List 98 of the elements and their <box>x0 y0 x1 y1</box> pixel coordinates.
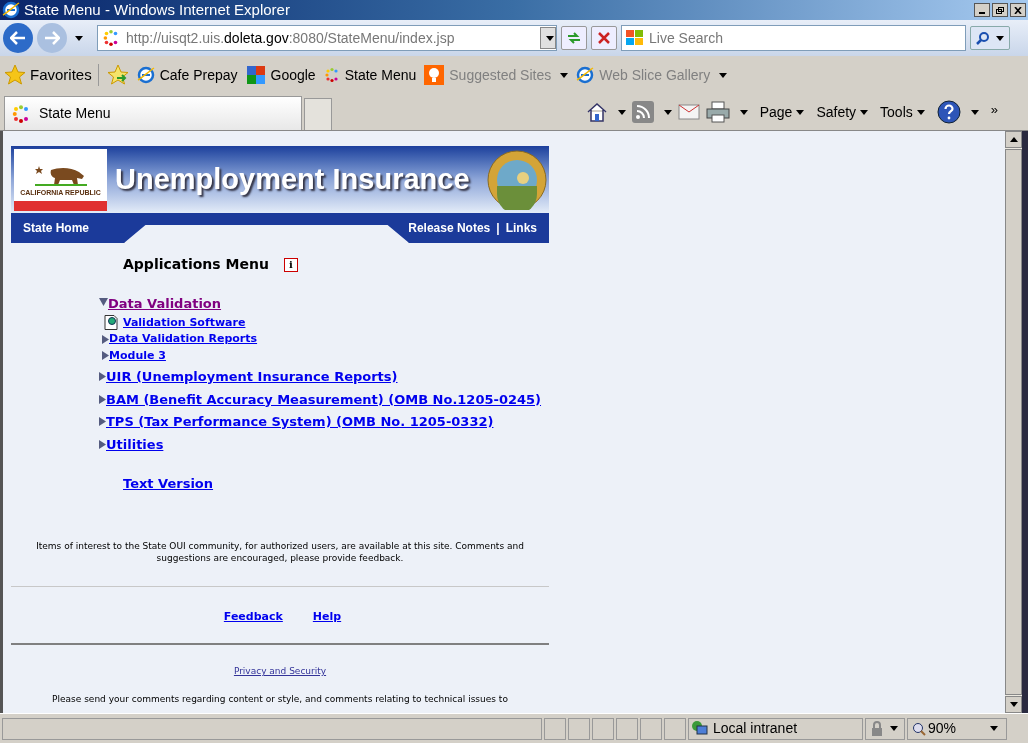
nav-separator: | <box>496 220 500 237</box>
browser-logo-icon <box>576 66 595 84</box>
vertical-scrollbar[interactable] <box>1005 131 1022 713</box>
search-box[interactable]: Live Search <box>621 25 966 51</box>
collapsed-triangle-icon[interactable] <box>99 394 106 404</box>
nav-link[interactable]: Links <box>505 219 537 237</box>
menu-link[interactable]: Data Validation Reports <box>109 331 258 348</box>
favorites-button[interactable]: Favorites <box>4 63 99 87</box>
close-icon <box>1014 6 1022 14</box>
favorites-bar-link[interactable]: Google <box>245 64 316 86</box>
nav-link[interactable]: Release Notes <box>408 219 491 237</box>
privacy-link[interactable]: Privacy and Security <box>233 665 327 679</box>
favorites-bar-link[interactable]: Cafe Prepay <box>136 64 238 86</box>
browser-logo-icon <box>2 1 20 19</box>
network-computer-icon <box>691 719 709 738</box>
menu-link[interactable]: TPS (Tax Performance System) (OMB No. 1205-0332) <box>106 412 494 432</box>
menu-link[interactable]: Validation Software <box>123 314 246 331</box>
command-menu-button[interactable]: Tools <box>880 101 925 123</box>
search-button[interactable] <box>970 26 1010 50</box>
caret-icon[interactable] <box>75 35 83 41</box>
dots-logo-icon <box>102 29 120 47</box>
caret-icon[interactable] <box>996 35 1004 41</box>
document-icon <box>104 315 118 331</box>
dropdown-button[interactable] <box>540 27 556 49</box>
dots-logo-icon <box>323 67 340 83</box>
caret-icon[interactable] <box>890 726 898 731</box>
nav-link[interactable]: State Home <box>23 219 90 237</box>
status-pane <box>592 717 614 740</box>
caret-icon[interactable] <box>796 109 805 115</box>
zoom-icon <box>912 721 926 736</box>
collapsed-triangle-icon[interactable] <box>99 417 106 427</box>
collapsed-triangle-icon[interactable] <box>99 372 106 382</box>
caret-icon[interactable] <box>990 726 998 731</box>
home-icon[interactable] <box>585 102 608 122</box>
toolbar-overflow-chevron[interactable]: » <box>990 100 998 120</box>
caret-icon[interactable] <box>970 109 979 115</box>
menu-link[interactable]: BAM (Benefit Accuracy Measurement) (OMB No.1205-0245) <box>106 389 542 409</box>
help-icon[interactable] <box>936 100 961 124</box>
tiles-logo-icon <box>245 65 266 85</box>
footer-link[interactable]: Help <box>312 608 342 625</box>
restore-button[interactable] <box>992 3 1008 17</box>
menu-link[interactable]: Data Validation <box>108 294 222 314</box>
caret-icon[interactable] <box>546 35 554 41</box>
status-pane <box>640 717 662 740</box>
menu-link[interactable]: Module 3 <box>109 347 166 364</box>
status-pane <box>544 717 566 740</box>
close-button[interactable] <box>1010 3 1026 17</box>
feed-icon[interactable] <box>631 101 654 123</box>
close-icon <box>598 32 610 44</box>
status-pane <box>568 717 590 740</box>
browser-logo-icon <box>136 66 155 84</box>
footer-link[interactable]: Feedback <box>223 608 283 625</box>
command-menu-button[interactable]: Safety <box>816 101 869 123</box>
intro-paragraph: Items of interest to the State OUI community, for authorized users, are available at this site. Comments and suggestions are encouraged, please provide feedback. <box>35 539 525 564</box>
collapsed-triangle-icon[interactable] <box>102 334 109 344</box>
caret-icon[interactable] <box>916 109 925 115</box>
search-field[interactable]: Live Search <box>649 27 965 49</box>
text-version-link[interactable]: Text Version <box>123 474 214 494</box>
refresh-button[interactable] <box>561 26 587 50</box>
menu-link[interactable]: Utilities <box>106 434 164 454</box>
window-title: State Menu - Windows Internet Explorer <box>24 0 291 20</box>
forward-arrow-icon <box>44 31 60 45</box>
expanded-triangle-icon[interactable] <box>99 298 108 306</box>
address-field[interactable]: http://uisqt2.uis.doleta.gov:8080/StateMenu/index.jsp <box>97 25 557 51</box>
info-badge[interactable]: i <box>283 257 298 272</box>
menu-heading: Applications Menu <box>123 255 269 274</box>
back-arrow-icon <box>10 31 26 45</box>
security-zone-text: Local intranet <box>713 719 798 738</box>
printer-icon[interactable] <box>705 101 730 123</box>
star-icon <box>4 64 26 86</box>
favorites-bar-link[interactable]: State Menu <box>323 64 417 86</box>
back-button[interactable] <box>3 23 33 53</box>
banner-title: Unemployment Insurance <box>115 161 471 197</box>
search-icon <box>976 31 990 45</box>
restore-icon <box>996 6 1004 14</box>
mail-icon[interactable] <box>677 104 700 120</box>
caret-icon[interactable] <box>663 109 672 115</box>
status-pane <box>616 717 638 740</box>
command-menu-button[interactable]: Page <box>759 101 805 123</box>
comments-text: Please send your comments regarding content or style, and comments relating to technical issues to <box>51 692 509 706</box>
browser-tab[interactable]: State Menu <box>4 96 302 130</box>
refresh-icon <box>566 31 582 45</box>
stop-button[interactable] <box>591 26 617 50</box>
minimize-button[interactable] <box>974 3 990 17</box>
collapsed-triangle-icon[interactable] <box>102 351 109 361</box>
scroll-down-icon[interactable] <box>1009 702 1018 707</box>
caret-icon[interactable] <box>860 109 869 115</box>
menu-link[interactable]: UIR (Unemployment Insurance Reports) <box>106 367 398 387</box>
caret-icon[interactable] <box>739 109 748 115</box>
windows-flag-icon <box>625 29 645 47</box>
lightbulb-icon <box>424 65 445 85</box>
dots-logo-icon <box>11 103 31 124</box>
status-pane <box>664 717 686 740</box>
collapsed-triangle-icon[interactable] <box>99 439 106 449</box>
scroll-up-icon[interactable] <box>1009 137 1018 142</box>
state-seal-icon <box>487 149 547 210</box>
add-favorite-icon[interactable] <box>106 64 129 86</box>
caret-icon[interactable] <box>617 109 626 115</box>
